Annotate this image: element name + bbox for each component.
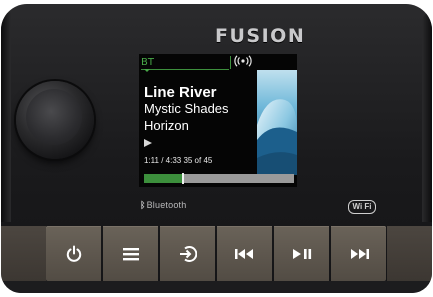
bluetooth-label: ᛒBluetooth <box>140 200 187 210</box>
next-button[interactable] <box>331 226 386 281</box>
source-indicator-icon <box>144 69 150 72</box>
stereo-device: FUSION BT Line River Mystic Shades Horiz… <box>1 4 432 293</box>
track-artist: Mystic Shades <box>144 101 229 116</box>
device-bottom-edge <box>1 281 432 293</box>
broadcast-icon <box>229 55 257 69</box>
menu-icon <box>122 246 140 262</box>
track-album: Horizon <box>144 118 189 133</box>
play-icon <box>144 139 152 150</box>
right-rim <box>422 12 432 222</box>
wifi-badge: Wi Fi <box>348 200 376 214</box>
track-title: Line River <box>144 84 217 101</box>
next-icon <box>348 248 370 260</box>
progress-fill <box>144 174 183 183</box>
brand-logo: FUSION <box>215 25 306 47</box>
display-screen: BT Line River Mystic Shades Horizon 1:11… <box>139 54 297 187</box>
progress-bar[interactable] <box>144 173 294 184</box>
play-pause-button[interactable] <box>274 226 329 281</box>
play-pause-icon <box>291 248 313 260</box>
previous-button[interactable] <box>217 226 272 281</box>
menu-button[interactable] <box>103 226 158 281</box>
source-label: BT <box>141 57 154 68</box>
button-panel-left-edge <box>1 226 46 281</box>
power-button[interactable] <box>46 226 101 281</box>
progress-marker <box>182 173 184 184</box>
source-underline <box>141 69 229 70</box>
track-time: 1:11 / 4:33 35 of 45 <box>144 156 213 165</box>
previous-icon <box>234 248 256 260</box>
volume-knob[interactable] <box>16 81 94 159</box>
source-button[interactable] <box>160 226 215 281</box>
source-icon <box>179 245 197 263</box>
power-icon <box>65 245 83 263</box>
button-panel-right-edge <box>387 226 432 281</box>
bluetooth-icon: ᛒ <box>140 200 146 210</box>
button-row <box>46 226 386 281</box>
album-art <box>257 70 297 175</box>
left-rim <box>1 12 11 222</box>
